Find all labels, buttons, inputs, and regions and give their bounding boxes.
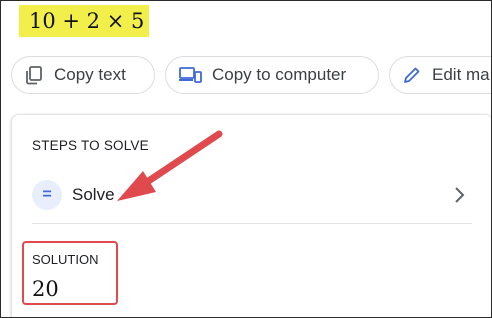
solve-step-label: Solve <box>72 185 115 204</box>
math-expression: 10 + 2 × 5 <box>19 5 149 37</box>
screenshot-frame: 10 + 2 × 5 Copy text Copy to computer Ed… <box>0 0 492 318</box>
copy-to-computer-label: Copy to computer <box>212 65 347 84</box>
copy-text-button[interactable]: Copy text <box>11 56 155 94</box>
edit-math-button[interactable]: Edit ma <box>389 56 491 94</box>
action-chips: Copy text Copy to computer Edit ma <box>11 56 491 96</box>
equals-icon: = <box>32 180 62 210</box>
copy-icon <box>26 66 42 85</box>
edit-math-label: Edit ma <box>432 65 490 84</box>
solution-value: 20 <box>32 277 59 301</box>
chevron-right-icon <box>455 187 465 203</box>
solution-highlight-box: SOLUTION 20 <box>22 241 118 305</box>
laptop-phone-icon <box>179 67 202 83</box>
expression-text: 10 + 2 × 5 <box>29 9 145 33</box>
divider <box>32 223 472 224</box>
copy-to-computer-button[interactable]: Copy to computer <box>165 56 379 94</box>
solution-card: STEPS TO SOLVE = Solve SOLUTION 20 <box>11 114 491 317</box>
pencil-icon <box>404 67 420 83</box>
steps-heading: STEPS TO SOLVE <box>32 138 149 153</box>
equals-glyph: = <box>42 186 52 203</box>
solve-step-row[interactable]: = Solve <box>32 175 472 215</box>
solution-heading: SOLUTION <box>32 252 99 267</box>
copy-text-label: Copy text <box>54 65 126 84</box>
